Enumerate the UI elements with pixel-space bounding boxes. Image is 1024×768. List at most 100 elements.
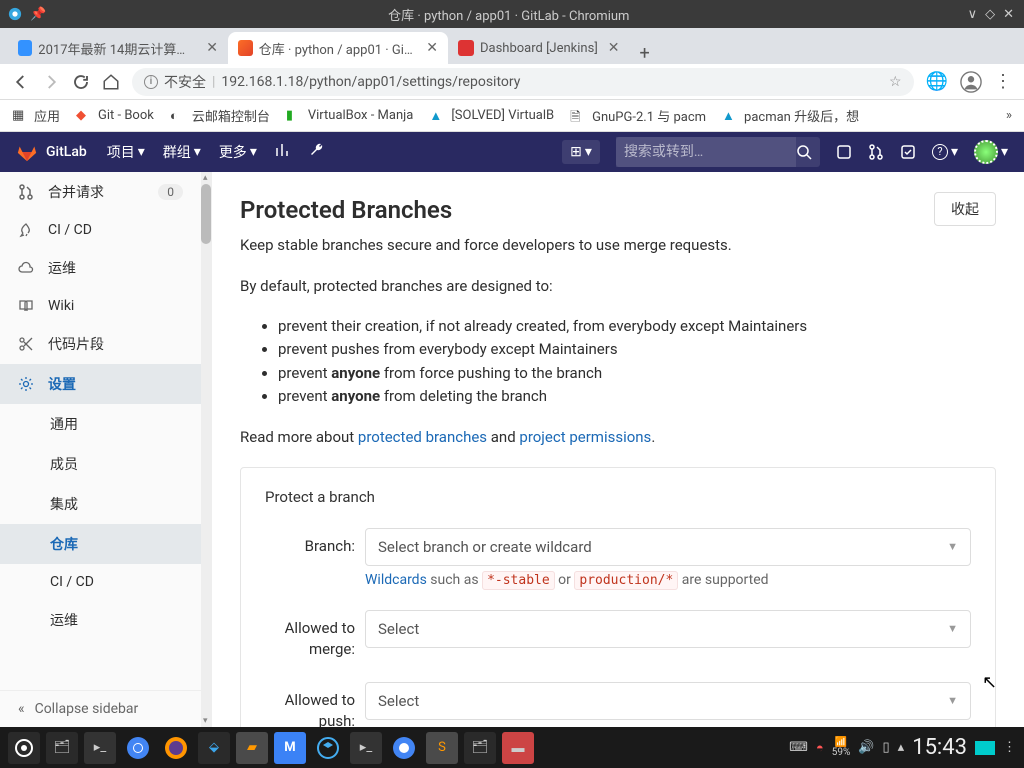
taskbar-app-onlyoffice[interactable] [312, 732, 344, 764]
taskbar-app-launcher[interactable] [8, 732, 40, 764]
pin-icon[interactable]: 📌 [30, 7, 44, 21]
gitlab-logo[interactable]: GitLab [16, 141, 87, 163]
address-bar[interactable]: i 不安全 | 192.168.1.18/python/app01/settin… [132, 68, 914, 96]
sidebar-sub-repository[interactable]: 仓库 [0, 524, 201, 564]
merge-requests-icon[interactable] [868, 144, 884, 160]
sidebar-item-ops[interactable]: 运维 [0, 248, 201, 288]
window-minimize-icon[interactable]: ∨ [968, 7, 978, 22]
new-tab-button[interactable]: + [630, 43, 660, 64]
issues-icon[interactable] [836, 144, 852, 160]
sidebar-item-cicd[interactable]: CI / CD [0, 212, 201, 248]
volume-icon[interactable]: 🔊 [858, 740, 874, 755]
home-icon[interactable] [102, 73, 120, 91]
browser-window: 2017年最新 14期云计算与自动 ✕ 仓库 · python / app01 … [0, 28, 1024, 727]
tab-close-icon[interactable]: ✕ [426, 40, 438, 56]
sidebar-sub-ops[interactable]: 运维 [0, 600, 201, 640]
todos-icon[interactable] [900, 144, 916, 160]
globe-icon[interactable]: 🌐 [926, 71, 948, 92]
tab-close-icon[interactable]: ✕ [608, 40, 620, 56]
back-icon[interactable] [12, 73, 30, 91]
git-icon: ◆ [76, 108, 92, 124]
sidebar-sub-cicd[interactable]: CI / CD [0, 564, 201, 600]
bookmark-item[interactable]: ◐云邮箱控制台 [170, 106, 270, 125]
browser-tab[interactable]: Dashboard [Jenkins] ✕ [448, 32, 630, 64]
bookmark-apps[interactable]: ▦应用 [12, 106, 60, 125]
page-title: Protected Branches [240, 196, 996, 224]
sidebar-item-merge-requests[interactable]: 合并请求 0 [0, 172, 201, 212]
window-maximize-icon[interactable]: ◇ [985, 7, 995, 22]
bookmark-item[interactable]: ▲pacman 升级后，想 [722, 106, 859, 125]
star-icon[interactable]: ☆ [889, 74, 902, 90]
plus-dropdown[interactable]: ⊞▾ [562, 140, 600, 164]
topnav-groups[interactable]: 群组▾ [163, 142, 201, 162]
bullet-list: prevent their creation, if not already c… [240, 315, 996, 408]
activity-icon[interactable] [275, 142, 291, 158]
search-icon[interactable] [796, 144, 812, 160]
bookmark-item[interactable]: ▮VirtualBox - Manja [286, 108, 413, 124]
allowed-merge-select[interactable]: Select ▼ [365, 610, 971, 648]
insecure-label: 不安全 [164, 72, 206, 92]
favicon-icon [18, 40, 32, 56]
tray-arrow-icon[interactable]: ▴ [898, 740, 905, 755]
collapse-section-button[interactable]: 收起 [934, 192, 996, 226]
bookmarks-overflow-icon[interactable]: » [1006, 108, 1012, 123]
list-item: prevent anyone from force pushing to the… [278, 362, 996, 385]
taskbar-app-files[interactable]: 🗂 [46, 732, 78, 764]
search-input[interactable] [616, 137, 796, 167]
arch-icon: ▲ [429, 108, 445, 124]
taskbar-app-vscode[interactable]: ⬙ [198, 732, 230, 764]
bookmark-item[interactable]: ◆Git - Book [76, 108, 154, 124]
tray-menu-icon[interactable]: ⋮ [1003, 740, 1016, 755]
topnav-more[interactable]: 更多▾ [219, 142, 257, 162]
user-menu[interactable]: ▾ [974, 140, 1008, 164]
taskbar-app-generic[interactable]: ▬ [502, 732, 534, 764]
scroll-up-icon[interactable]: ▴ [203, 173, 208, 183]
browser-tab[interactable]: 2017年最新 14期云计算与自动 ✕ [8, 32, 228, 64]
wifi-icon[interactable]: 📶59% [832, 738, 851, 758]
help-dropdown[interactable]: ?▾ [932, 144, 958, 160]
scroll-down-icon[interactable]: ▾ [203, 716, 208, 726]
info-icon[interactable]: i [144, 75, 158, 89]
taskbar-app-chromium[interactable] [122, 732, 154, 764]
taskbar-app-files2[interactable]: 🗂 [464, 732, 496, 764]
protected-branches-link[interactable]: protected branches [358, 428, 487, 446]
taskbar-app-terminal[interactable]: ▸_ [84, 732, 116, 764]
scrollbar-thumb[interactable] [201, 184, 211, 244]
menu-icon[interactable]: ⋮ [994, 71, 1012, 92]
collapse-sidebar-button[interactable]: « Collapse sidebar [0, 690, 211, 727]
arch-icon: ▲ [722, 108, 738, 124]
os-taskbar: 🗂 ▸_ ⬙ ▰ M ▸_ S 🗂 ▬ ⌨ ◓ 📶59% 🔊 ▯ ▴ 15:43… [0, 727, 1024, 768]
sidebar-sub-members[interactable]: 成员 [0, 444, 201, 484]
taskbar-app-sublime[interactable]: ▰ [236, 732, 268, 764]
sidebar-item-settings[interactable]: 设置 [0, 364, 201, 404]
profile-icon[interactable] [960, 71, 982, 93]
taskbar-app-m[interactable]: M [274, 732, 306, 764]
browser-tab-active[interactable]: 仓库 · python / app01 · GitLab ✕ [228, 32, 448, 64]
sidebar-sub-integrations[interactable]: 集成 [0, 484, 201, 524]
project-permissions-link[interactable]: project permissions [519, 428, 651, 446]
battery-icon[interactable]: ▯ [883, 740, 890, 755]
reload-icon[interactable] [72, 73, 90, 91]
bookmark-item[interactable]: 🗎GnuPG-2.1 与 pacm [570, 106, 706, 125]
branch-select[interactable]: Select branch or create wildcard ▼ [365, 528, 971, 566]
wrench-icon[interactable] [309, 142, 325, 158]
scrollbar[interactable]: ▴ ▾ [201, 172, 211, 727]
sidebar-item-snippets[interactable]: 代码片段 [0, 324, 201, 364]
jenkins-favicon-icon [458, 40, 474, 56]
taskbar-app-chromium2[interactable] [388, 732, 420, 764]
bookmark-item[interactable]: ▲[SOLVED] VirtualB [429, 108, 554, 124]
push-label: Allowed to push: [265, 682, 365, 728]
sidebar-item-wiki[interactable]: Wiki [0, 288, 201, 324]
clock[interactable]: 15:43 [912, 735, 967, 760]
window-close-icon[interactable]: ✕ [1003, 7, 1014, 22]
taskbar-app-firefox[interactable] [160, 732, 192, 764]
keyboard-icon[interactable]: ⌨ [789, 740, 808, 755]
sidebar-sub-general[interactable]: 通用 [0, 404, 201, 444]
taskbar-app-terminal2[interactable]: ▸_ [350, 732, 382, 764]
wildcards-link[interactable]: Wildcards [365, 572, 427, 588]
tab-close-icon[interactable]: ✕ [206, 40, 218, 56]
pacman-icon[interactable]: ◓ [816, 740, 824, 756]
taskbar-app-sublime2[interactable]: S [426, 732, 458, 764]
topnav-projects[interactable]: 项目▾ [107, 142, 145, 162]
allowed-push-select[interactable]: Select ▼ [365, 682, 971, 720]
